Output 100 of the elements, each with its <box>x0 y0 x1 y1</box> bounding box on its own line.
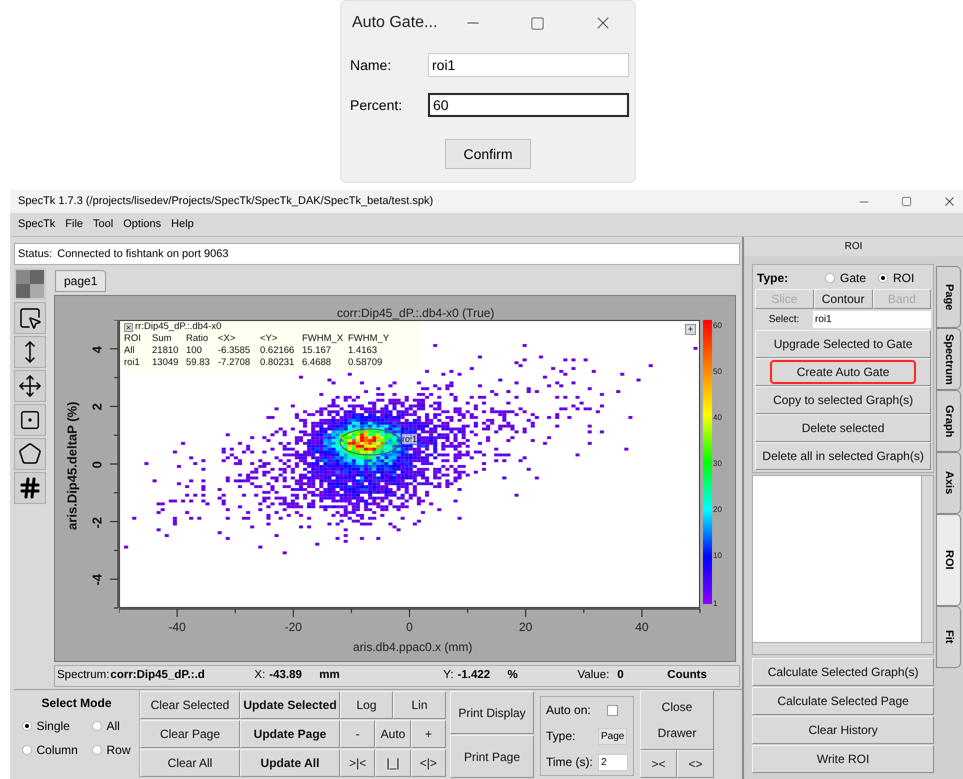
radio-button[interactable] <box>92 745 102 755</box>
type-field[interactable]: Page <box>598 728 628 744</box>
scale-button[interactable]: <|> <box>410 749 446 777</box>
colorbar-tick: 60 <box>713 320 722 332</box>
menu-item[interactable]: Tool <box>93 216 114 233</box>
colorbar-tick: 20 <box>713 504 722 516</box>
scale-button[interactable]: Lin <box>393 691 446 719</box>
side-tab[interactable]: Spectrum <box>936 328 962 390</box>
horizontal-scrollbar[interactable] <box>753 642 934 654</box>
expand-button[interactable]: + <box>685 324 696 335</box>
input-field[interactable]: roi1 <box>428 53 629 77</box>
menu-item[interactable]: Options <box>123 216 162 233</box>
colorbar-tick: 50 <box>713 366 722 378</box>
input-field[interactable]: 60 <box>428 93 629 117</box>
type-label: Type: <box>546 728 576 745</box>
print-button[interactable]: Print Page <box>450 735 534 778</box>
scale-button[interactable]: Log <box>340 691 393 719</box>
radio-button[interactable] <box>22 745 32 755</box>
stats-cell-text: 0.80231 <box>260 357 296 369</box>
drawer-arrow-button[interactable]: >< <box>640 750 677 778</box>
select-label: Select: <box>768 313 800 327</box>
radio-button[interactable] <box>878 273 888 283</box>
checkbox[interactable] <box>606 704 618 716</box>
layout-icon[interactable] <box>14 268 46 300</box>
y-axis-label: aris.Dip45.deltaP (%) <box>63 400 80 532</box>
side-tab[interactable]: Graph <box>936 390 962 452</box>
menu-item[interactable]: File <box>65 216 84 233</box>
update-button[interactable]: Update Page <box>240 720 340 748</box>
clear-button[interactable]: Clear Selected <box>140 691 240 719</box>
roi-action-button[interactable]: Delete all in selected Graph(s) <box>755 442 932 470</box>
stats-cell-text: 100 <box>186 345 203 357</box>
y-value: -1.422 <box>458 668 492 684</box>
clear-button[interactable]: Clear Page <box>140 720 240 748</box>
stats-cell-text: 6.4688 <box>302 357 332 369</box>
print-button[interactable]: Print Display <box>450 691 534 734</box>
radio-label: ROI <box>893 270 914 287</box>
stats-cell-text: 13049 <box>152 357 180 369</box>
side-tab[interactable]: ROI <box>936 514 962 606</box>
maximize-icon[interactable] <box>530 16 545 30</box>
y-unit: % <box>508 668 519 684</box>
stats-cell-text: FWHM_X <box>302 333 344 345</box>
stats-cell-text: Ratio <box>186 333 210 345</box>
colorbar-tick: 30 <box>713 458 722 470</box>
scale-button[interactable]: >|< <box>340 749 376 777</box>
stats-cell-text: -7.2708 <box>218 357 252 369</box>
maximize-icon[interactable] <box>901 196 912 207</box>
y-tick-label: -4 <box>88 573 106 588</box>
x-label: X: <box>254 668 266 684</box>
drawer-arrow-button[interactable]: <> <box>677 750 714 778</box>
scale-button[interactable]: - <box>340 720 376 748</box>
stats-cell-text: 0.58709 <box>348 357 384 369</box>
y-tick-label: 0 <box>88 460 106 470</box>
type-label: Type: <box>757 270 790 287</box>
auto-on-label: Auto on: <box>546 702 591 719</box>
roi-action-button[interactable]: Create Auto Gate <box>755 358 932 386</box>
time-label: Time (s): <box>546 754 594 771</box>
point-icon[interactable] <box>19 409 41 431</box>
radio-button[interactable] <box>92 721 102 731</box>
calc-button[interactable]: Calculate Selected Graph(s) <box>752 658 934 686</box>
menu-item[interactable]: SpecTk <box>18 216 56 233</box>
select-input[interactable]: roi1 <box>813 311 932 328</box>
calc-button[interactable]: Clear History <box>752 716 934 744</box>
radio-button[interactable] <box>825 273 835 283</box>
window-title: SpecTk 1.7.3 (/projects/lisedev/Projects/SpecTk/SpecTk_DAK/SpecTk_beta/test.spk) <box>18 194 434 210</box>
side-tab[interactable]: Fit <box>936 606 962 668</box>
scale-button[interactable]: |_| <box>375 749 411 777</box>
colorbar-tick: 10 <box>713 550 722 562</box>
clear-button[interactable]: Clear All <box>140 749 240 777</box>
stats-cell-text: FWHM_Y <box>348 333 390 345</box>
side-tab[interactable]: Axis <box>936 452 962 514</box>
update-button[interactable]: Update All <box>240 749 340 777</box>
radio-button[interactable] <box>22 721 32 731</box>
roi-action-button[interactable]: Upgrade Selected to Gate <box>755 330 932 358</box>
update-button[interactable]: Update Selected <box>240 691 340 719</box>
close-drawer-button[interactable]: Close Drawer <box>640 690 714 750</box>
close-icon[interactable] <box>124 322 133 332</box>
field-label: Percent: <box>350 96 404 114</box>
scale-button[interactable]: + <box>410 720 446 748</box>
calc-button[interactable]: Calculate Selected Page <box>752 687 934 715</box>
x-tick-label: 40 <box>634 619 650 636</box>
confirm-button[interactable]: Confirm <box>445 139 531 169</box>
mode-button[interactable]: Contour <box>814 289 872 309</box>
scale-button[interactable]: Auto <box>375 720 411 748</box>
select-mode-title: Select Mode <box>41 695 112 712</box>
radio-label: Gate <box>840 270 866 287</box>
tool-button[interactable] <box>14 404 46 436</box>
roi-action-button[interactable]: Copy to selected Graph(s) <box>755 386 932 414</box>
calc-button[interactable]: Write ROI <box>752 745 934 773</box>
x-tick-label: -40 <box>167 619 187 636</box>
roi-action-button[interactable]: Delete selected <box>755 414 932 442</box>
page-tab[interactable]: page1 <box>55 270 106 292</box>
time-input[interactable]: 2 <box>598 754 628 770</box>
colorbar-tick: 40 <box>713 412 722 424</box>
vertical-scrollbar[interactable] <box>921 476 934 642</box>
side-tab[interactable]: Page <box>936 266 962 328</box>
menu-item[interactable]: Help <box>171 216 194 233</box>
stats-cell-text: ROI <box>124 333 142 345</box>
radio-label: Row <box>106 742 131 759</box>
stats-cell-text: <X> <box>218 333 236 345</box>
radio-label: Column <box>36 742 78 759</box>
